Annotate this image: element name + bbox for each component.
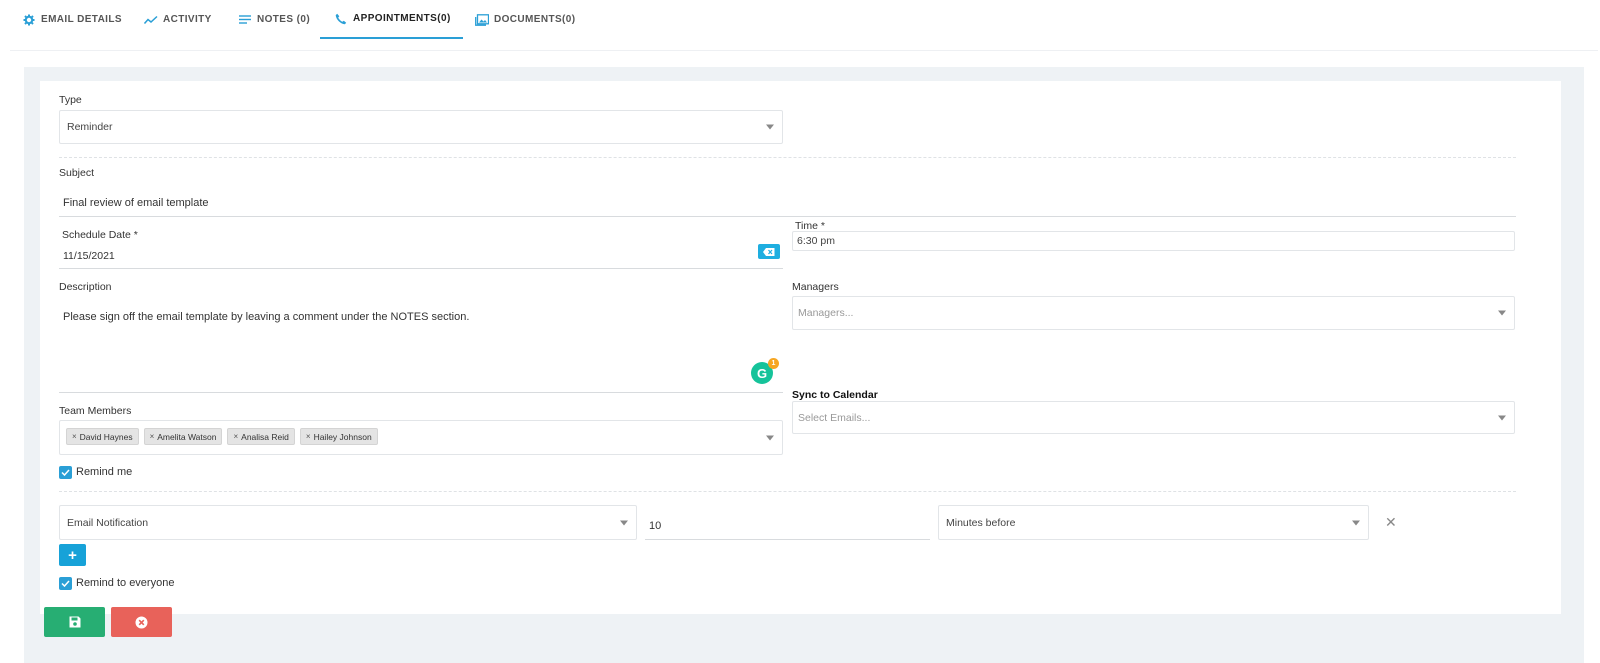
managers-placeholder: Managers...: [798, 307, 854, 319]
managers-label: Managers: [792, 281, 839, 293]
subject-value: Final review of email template: [63, 197, 209, 209]
schedule-date-label: Schedule Date *: [62, 229, 138, 241]
close-circle-icon: [135, 616, 148, 628]
team-members-select[interactable]: × David Haynes × Amelita Watson × Analisa R…: [59, 420, 783, 455]
tab-label: EMAIL DETAILS: [41, 14, 122, 25]
chevron-down-icon: [1352, 520, 1360, 525]
notes-icon: [238, 13, 252, 27]
tab-label: ACTIVITY: [163, 14, 212, 25]
notification-method-select[interactable]: Email Notification: [59, 505, 637, 540]
remind-everyone-label: Remind to everyone: [76, 577, 175, 589]
save-button[interactable]: [44, 607, 105, 637]
chevron-down-icon: [1498, 310, 1506, 316]
remove-icon[interactable]: ×: [72, 432, 77, 441]
tab-label: APPOINTMENTS(0): [353, 13, 451, 24]
plus-icon: +: [68, 546, 77, 564]
time-input[interactable]: 6:30 pm: [792, 231, 1515, 251]
sync-calendar-select[interactable]: Select Emails...: [792, 401, 1515, 434]
sync-calendar-placeholder: Select Emails...: [798, 411, 871, 424]
schedule-date-value: 11/15/2021: [63, 250, 115, 262]
subject-input[interactable]: Final review of email template: [59, 185, 1516, 217]
backspace-icon: [763, 247, 775, 256]
notification-unit-select[interactable]: Minutes before: [938, 505, 1369, 540]
time-value: 6:30 pm: [797, 235, 835, 247]
remove-notification-icon[interactable]: ✕: [1385, 514, 1397, 531]
appointment-form: Type Reminder Subject Final review of em…: [40, 81, 1561, 614]
add-notification-button[interactable]: +: [59, 544, 86, 566]
chip-label: David Haynes: [79, 431, 133, 442]
chevron-down-icon: [620, 520, 628, 525]
remind-me-checkbox[interactable]: [59, 466, 72, 479]
notification-amount-value: 10: [649, 520, 662, 532]
grammarly-icon[interactable]: G 1: [751, 358, 779, 384]
phone-icon: [334, 12, 348, 26]
type-label: Type: [59, 94, 82, 106]
appointment-panel: Type Reminder Subject Final review of em…: [24, 67, 1584, 663]
tab-documents[interactable]: DOCUMENTS(0): [475, 0, 575, 39]
cancel-button[interactable]: [111, 607, 172, 637]
remove-icon[interactable]: ×: [150, 432, 155, 441]
description-label: Description: [59, 281, 112, 293]
divider: [59, 157, 1516, 158]
remove-icon[interactable]: ×: [233, 432, 238, 441]
team-member-chips: × David Haynes × Amelita Watson × Analisa R…: [66, 428, 383, 445]
chip-label: Analisa Reid: [241, 431, 289, 442]
sync-calendar-label: Sync to Calendar: [792, 389, 878, 401]
chip-label: Amelita Watson: [157, 431, 217, 442]
notification-unit-value: Minutes before: [946, 516, 1016, 529]
check-icon: [61, 469, 70, 476]
documents-icon: [475, 13, 489, 27]
remind-me-label: Remind me: [76, 466, 133, 478]
type-value: Reminder: [67, 121, 113, 133]
grammarly-count: 1: [768, 358, 779, 369]
tab-appointments[interactable]: APPOINTMENTS(0): [320, 0, 463, 39]
tab-email-details[interactable]: EMAIL DETAILS: [22, 0, 122, 39]
notification-method-value: Email Notification: [67, 516, 149, 529]
tab-notes[interactable]: NOTES (0): [238, 0, 310, 39]
subject-label: Subject: [59, 167, 95, 179]
remind-everyone-checkbox[interactable]: [59, 577, 72, 590]
description-textarea[interactable]: Please sign off the email template by le…: [59, 297, 783, 393]
tab-label: NOTES (0): [257, 14, 311, 25]
team-member-chip[interactable]: × Amelita Watson: [143, 428, 223, 445]
save-icon: [69, 616, 80, 628]
team-members-label: Team Members: [59, 405, 132, 417]
team-member-chip[interactable]: × Analisa Reid: [227, 428, 295, 445]
chevron-down-icon: [766, 124, 774, 130]
chip-label: Hailey Johnson: [313, 431, 372, 442]
activity-icon: [144, 13, 158, 27]
managers-select[interactable]: Managers...: [792, 296, 1515, 330]
divider: [59, 491, 1516, 492]
date-clear-button[interactable]: [758, 244, 780, 259]
gear-icon: [22, 13, 36, 27]
remove-icon[interactable]: ×: [306, 432, 311, 441]
team-member-chip[interactable]: × David Haynes: [66, 428, 139, 445]
tab-bar: EMAIL DETAILS ACTIVITY NOTES (0) APPOINT…: [10, 0, 1598, 51]
tab-activity[interactable]: ACTIVITY: [144, 0, 212, 39]
notification-amount-input[interactable]: 10: [645, 505, 930, 540]
team-member-chip[interactable]: × Hailey Johnson: [299, 428, 378, 445]
type-select[interactable]: Reminder: [59, 110, 783, 144]
tab-label: DOCUMENTS(0): [494, 14, 576, 25]
schedule-date-input[interactable]: 11/15/2021: [59, 241, 783, 269]
check-icon: [61, 580, 70, 587]
chevron-down-icon: [1498, 415, 1506, 420]
description-value: Please sign off the email template by le…: [63, 311, 470, 323]
chevron-down-icon: [766, 435, 774, 440]
